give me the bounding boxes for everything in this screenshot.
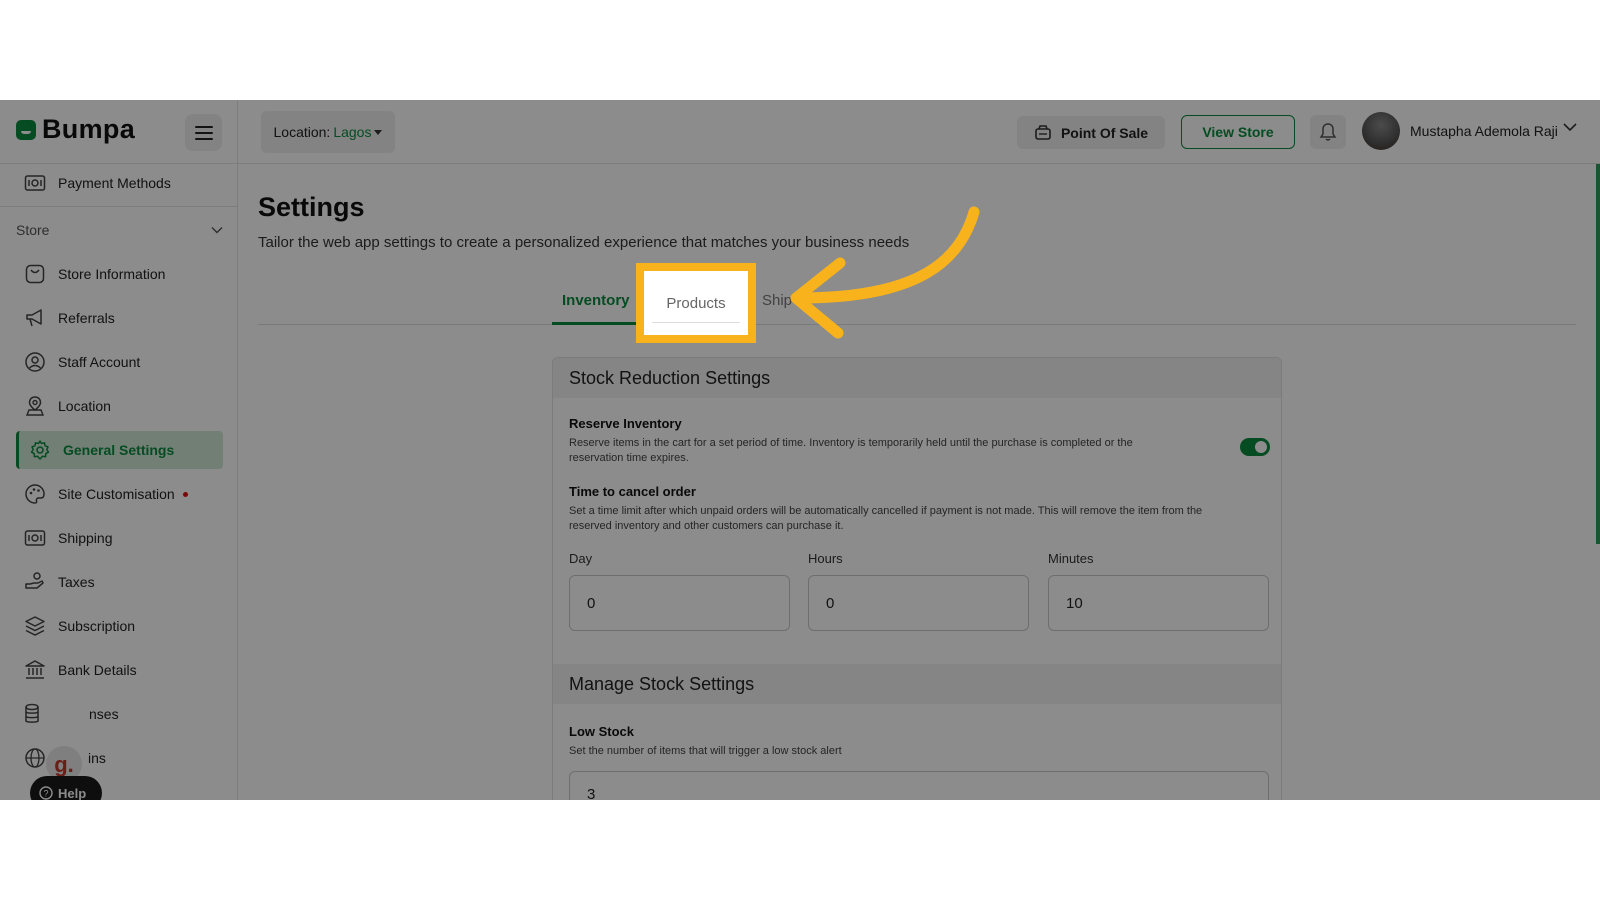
menu-icon — [194, 125, 213, 128]
reserve-inventory-desc-2: reservation time expires. — [569, 452, 689, 464]
day-input[interactable]: 0 — [569, 575, 790, 631]
sidebar-item-label: Staff Account — [58, 354, 141, 370]
database-icon — [25, 703, 39, 723]
brand-name: Bumpa — [42, 114, 136, 144]
sidebar-item-site-customisation[interactable]: Site Customisation — [16, 475, 223, 513]
cancel-order-desc-2: reserved inventory and other customers c… — [569, 520, 844, 532]
scrollbar[interactable] — [1596, 164, 1600, 544]
sidebar-item-label: nses — [89, 706, 119, 722]
cash-icon — [24, 530, 46, 546]
hours-label: Hours — [808, 551, 843, 566]
widget-letter: g. — [54, 752, 74, 777]
sidebar-item-label: Bank Details — [58, 662, 137, 678]
settings-card: Stock Reduction Settings Reserve Invento… — [552, 357, 1282, 800]
sidebar-item-label: Location — [58, 398, 111, 414]
layers-icon — [25, 616, 45, 636]
sidebar-item-label: Subscription — [58, 618, 136, 634]
hand-coins-icon — [25, 572, 44, 589]
help-widget[interactable]: g. ? Help — [30, 746, 110, 800]
chevron-down-icon — [211, 227, 223, 234]
sidebar-item-label: Taxes — [58, 574, 95, 590]
tab-products-label: Products — [666, 294, 726, 312]
cash-icon — [24, 175, 46, 191]
low-stock-title: Low Stock — [569, 724, 635, 739]
tab-inventory[interactable]: Inventory — [562, 292, 630, 309]
reserve-inventory-toggle[interactable] — [1240, 438, 1270, 456]
user-name[interactable]: Mustapha Ademola Raji — [1410, 123, 1558, 139]
point-of-sale-label: Point Of Sale — [1060, 124, 1149, 141]
sidebar-item-shipping[interactable]: Shipping — [16, 519, 223, 557]
day-label: Day — [569, 551, 593, 566]
sidebar-item-location[interactable]: Location — [16, 387, 223, 425]
sidebar-item-staff-account[interactable]: Staff Account — [16, 343, 223, 381]
sidebar-item-bank-details[interactable]: Bank Details — [16, 651, 223, 689]
cancel-order-title: Time to cancel order — [569, 484, 696, 499]
gear-icon — [30, 440, 50, 460]
caret-down-icon — [374, 129, 383, 135]
page-title: Settings — [258, 192, 365, 222]
user-circle-icon — [25, 352, 45, 372]
sidebar-item-referrals[interactable]: Referrals — [16, 299, 223, 337]
tabs-divider-highlight — [652, 322, 740, 323]
location-value: Lagos — [333, 124, 372, 140]
sidebar-section-store[interactable]: Store — [16, 222, 223, 238]
tab-products[interactable]: Products — [636, 263, 756, 343]
help-icon: ? — [43, 789, 48, 799]
sidebar-item-label: General Settings — [63, 442, 175, 458]
notification-dot — [182, 491, 188, 497]
active-tab-indicator — [552, 322, 638, 325]
sidebar-item-label: Store Information — [58, 266, 166, 282]
cancel-order-desc: Set a time limit after which unpaid orde… — [569, 505, 1203, 517]
sidebar-item-payment-methods[interactable]: Payment Methods — [16, 164, 223, 202]
sidebar-item-label: Shipping — [58, 530, 113, 546]
pointer-arrow-icon — [790, 206, 980, 339]
location-selector[interactable]: Location: Lagos — [261, 111, 395, 153]
point-of-sale-button[interactable]: Point Of Sale — [1017, 116, 1165, 149]
reserve-inventory-desc: Reserve items in the cart for a set peri… — [569, 437, 1133, 449]
hours-input[interactable]: 0 — [808, 575, 1029, 631]
section-heading-stock-reduction: Stock Reduction Settings — [553, 358, 1281, 398]
app-window: Bumpa Location: Lagos Point Of Sale View… — [0, 100, 1600, 800]
sidebar-item-label: Site Customisation — [58, 486, 175, 502]
palette-icon — [25, 484, 45, 504]
sidebar-item-store-information[interactable]: Store Information — [16, 255, 223, 293]
help-label: Help — [58, 786, 86, 800]
top-bar: Bumpa Location: Lagos Point Of Sale View… — [0, 100, 1600, 164]
minutes-label: Minutes — [1048, 551, 1094, 566]
view-store-button[interactable]: View Store — [1181, 115, 1295, 149]
sidebar: Payment Methods Store Store Information … — [0, 164, 237, 800]
reserve-inventory-title: Reserve Inventory — [569, 416, 682, 431]
sidebar-item-expenses[interactable]: nses — [16, 695, 223, 733]
chevron-down-icon[interactable] — [1563, 122, 1577, 132]
bag-icon — [25, 264, 45, 284]
low-stock-desc: Set the number of items that will trigge… — [569, 745, 842, 757]
low-stock-input[interactable]: 3 — [569, 771, 1269, 800]
register-icon — [1035, 124, 1051, 140]
map-pin-icon — [25, 396, 45, 416]
sidebar-item-general-settings[interactable]: General Settings — [16, 431, 223, 469]
section-label: Store — [16, 222, 50, 238]
sidebar-item-subscription[interactable]: Subscription — [16, 607, 223, 645]
brand-logo[interactable]: Bumpa — [16, 114, 135, 145]
location-label: Location: — [273, 124, 331, 140]
megaphone-icon — [26, 309, 42, 327]
sidebar-item-taxes[interactable]: Taxes — [16, 563, 223, 601]
sidebar-item-label: Payment Methods — [58, 175, 171, 191]
avatar[interactable] — [1362, 112, 1400, 150]
sidebar-item-label: Referrals — [58, 310, 115, 326]
divider — [0, 206, 237, 207]
hamburger-menu-button[interactable] — [185, 114, 222, 151]
notifications-button[interactable] — [1310, 115, 1346, 149]
section-heading-manage-stock: Manage Stock Settings — [553, 664, 1281, 704]
minutes-input[interactable]: 10 — [1048, 575, 1269, 631]
bell-icon — [1319, 123, 1337, 141]
bumpa-logo-icon — [16, 119, 36, 140]
bank-icon — [25, 660, 45, 679]
